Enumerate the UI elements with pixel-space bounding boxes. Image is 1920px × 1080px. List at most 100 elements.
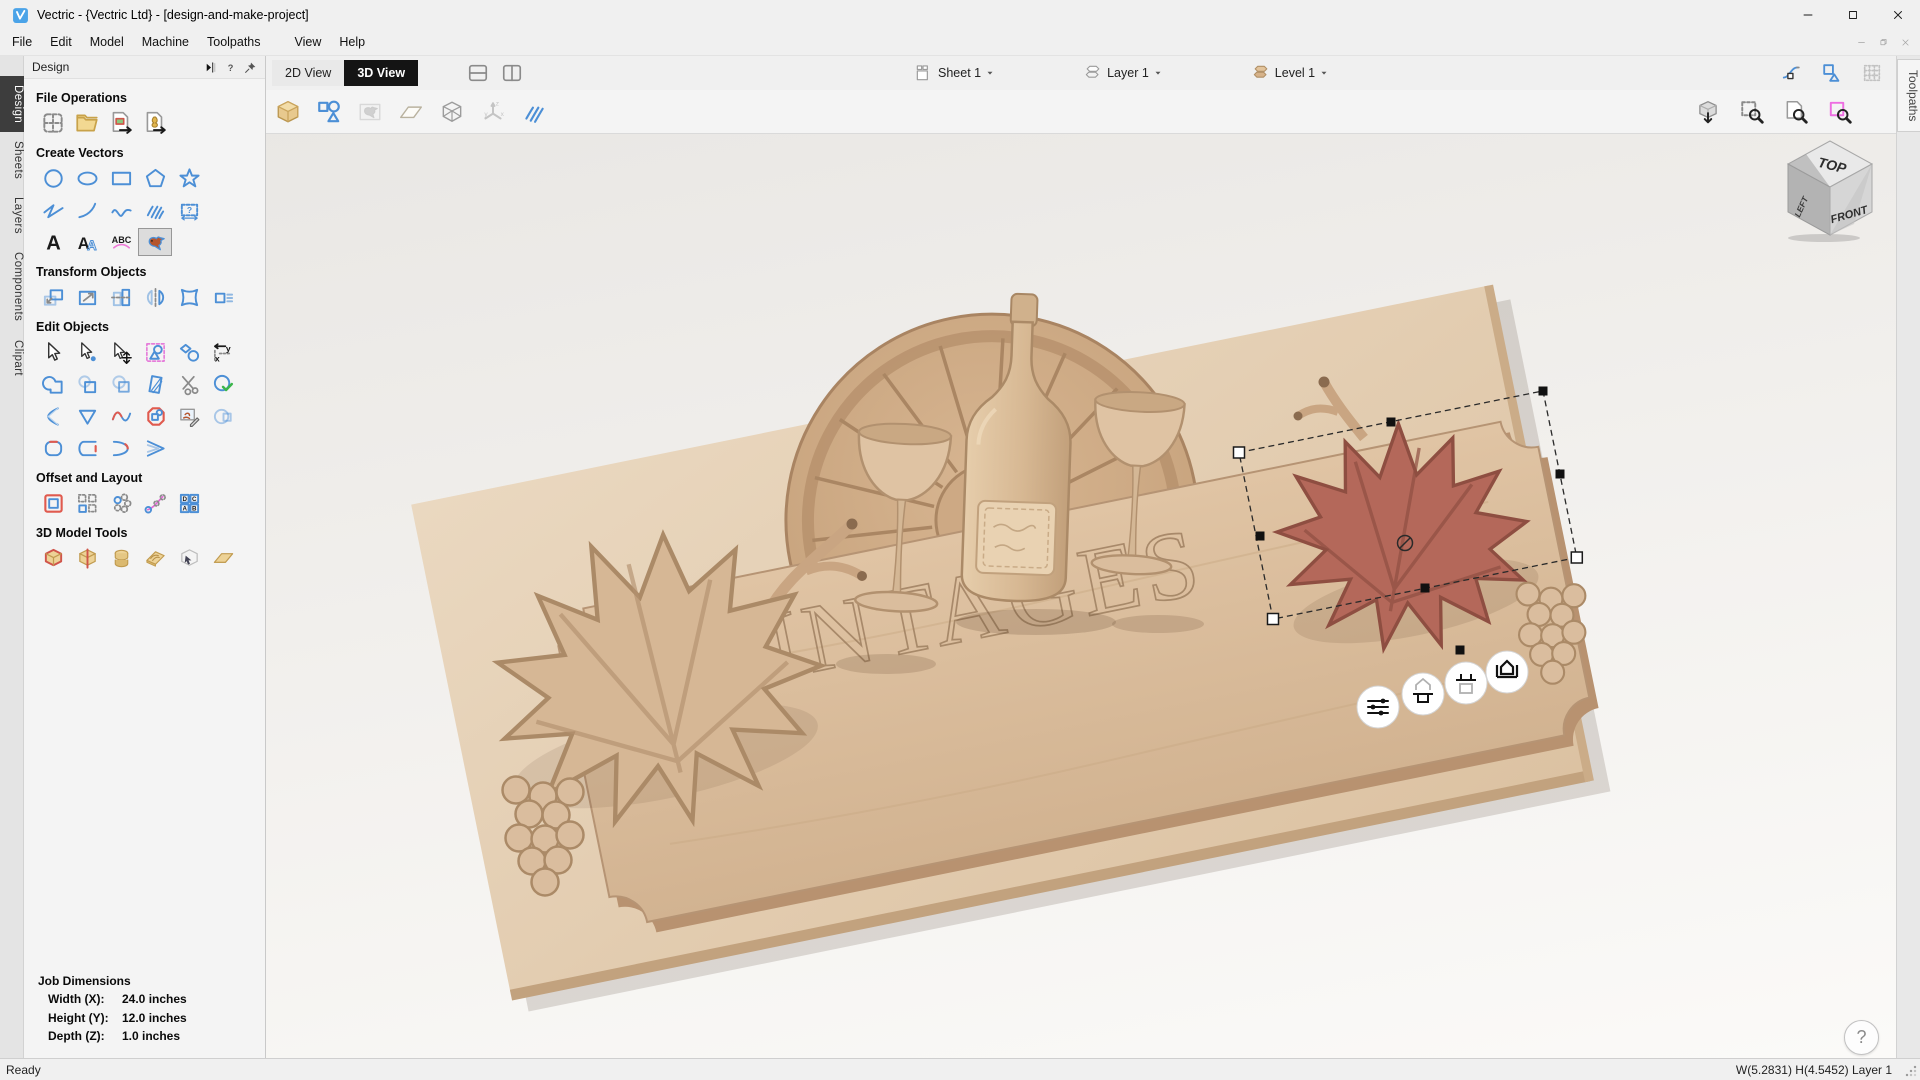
toggle-origin-button[interactable]: zyx — [479, 99, 507, 125]
group-objects-button[interactable] — [172, 338, 206, 366]
fit-triangle-button[interactable] — [70, 402, 104, 430]
draw-circle-button[interactable] — [36, 164, 70, 192]
offset-shape-button[interactable] — [138, 402, 172, 430]
draw-rectangle-button[interactable] — [104, 164, 138, 192]
mdi-restore-button[interactable] — [1872, 33, 1894, 53]
side-tab-sheets[interactable]: Sheets — [0, 132, 24, 188]
draw-polygon-button[interactable] — [138, 164, 172, 192]
fit-arc-button[interactable] — [36, 402, 70, 430]
draw-ellipse-button[interactable] — [70, 164, 104, 192]
mdi-minimize-button[interactable] — [1850, 33, 1872, 53]
toggle-vectors-button[interactable] — [315, 99, 343, 125]
offset-vectors-button[interactable] — [36, 489, 70, 517]
menu-edit[interactable]: Edit — [41, 30, 81, 55]
material-block-button[interactable] — [274, 99, 302, 125]
draw-sketch-button[interactable] — [138, 196, 172, 224]
trace-bitmap-button[interactable] — [138, 228, 172, 256]
set-size-button[interactable] — [70, 283, 104, 311]
join-vectors-button[interactable] — [138, 434, 172, 462]
position-below-button[interactable] — [1402, 673, 1444, 715]
draw-curve-button[interactable] — [104, 196, 138, 224]
help-button[interactable]: ? — [1844, 1020, 1879, 1055]
mdi-close-button[interactable] — [1894, 33, 1916, 53]
nesting-button[interactable]: DCAB — [172, 489, 206, 517]
close-button[interactable] — [1875, 0, 1920, 30]
align-objects-button[interactable] — [104, 283, 138, 311]
add-texture-button[interactable] — [138, 544, 172, 572]
menu-toolpaths[interactable]: Toolpaths — [198, 30, 270, 55]
menu-machine[interactable]: Machine — [133, 30, 198, 55]
fill-vectors-button[interactable] — [138, 370, 172, 398]
weld-vectors-button[interactable] — [36, 370, 70, 398]
zoom-drawing-button[interactable] — [1782, 99, 1810, 125]
extend-a-button[interactable] — [70, 434, 104, 462]
zoom-selected-button[interactable] — [1738, 99, 1766, 125]
snap-grid-button[interactable] — [1858, 60, 1886, 86]
fit-curve-button[interactable] — [104, 402, 138, 430]
split-horizontal-button[interactable] — [464, 60, 492, 86]
menu-view[interactable]: View — [286, 30, 331, 55]
draw-polyline-button[interactable] — [36, 196, 70, 224]
toggle-sketch-button[interactable] — [520, 99, 548, 125]
draw-star-button[interactable] — [172, 164, 206, 192]
component-properties-button[interactable] — [1357, 686, 1399, 728]
position-above-button[interactable] — [1486, 651, 1528, 693]
collapse-panel-button[interactable] — [201, 59, 219, 75]
measure-button[interactable]: xy — [206, 338, 240, 366]
node-edit-button[interactable] — [70, 338, 104, 366]
maximize-button[interactable] — [1830, 0, 1875, 30]
view-cube[interactable]: TOP LEFT FRONT — [1778, 138, 1882, 242]
open-file-button[interactable] — [70, 109, 104, 137]
circular-copy-button[interactable] — [104, 489, 138, 517]
extend-b-button[interactable] — [104, 434, 138, 462]
job-setup-button[interactable] — [36, 109, 70, 137]
vector-validator-button[interactable] — [206, 370, 240, 398]
menu-model[interactable]: Model — [81, 30, 133, 55]
zoom-box-button[interactable] — [1826, 99, 1854, 125]
tab-3d-view[interactable]: 3D View — [344, 60, 418, 86]
shading-options-button[interactable] — [1694, 99, 1722, 125]
draw-text-button[interactable]: A — [36, 228, 70, 256]
draw-arc-button[interactable] — [70, 196, 104, 224]
snap-geometry-button[interactable] — [1778, 60, 1806, 86]
snap-objects-button[interactable] — [1818, 60, 1846, 86]
tab-toolpaths[interactable]: Toolpaths — [1897, 59, 1920, 132]
transform-mode-button[interactable] — [104, 338, 138, 366]
help-button[interactable]: ? — [221, 59, 239, 75]
smooth-model-button[interactable] — [206, 544, 240, 572]
select-button[interactable] — [36, 338, 70, 366]
block-copy-button[interactable] — [206, 283, 240, 311]
pin-button[interactable] — [241, 59, 259, 75]
toggle-plane-button[interactable] — [397, 99, 425, 125]
scissor-trim-button[interactable] — [172, 370, 206, 398]
clip-model-button[interactable] — [172, 544, 206, 572]
level-1-dropdown[interactable]: Level 1 — [1251, 63, 1329, 83]
resize-grip[interactable] — [1905, 1065, 1917, 1077]
minimize-button[interactable] — [1785, 0, 1830, 30]
copy-along-curve-button[interactable] — [138, 489, 172, 517]
side-tab-design[interactable]: Design — [0, 76, 24, 132]
menu-file[interactable]: File — [3, 30, 41, 55]
layer-1-dropdown[interactable]: Layer 1 — [1083, 63, 1163, 83]
import-model-button[interactable] — [138, 109, 172, 137]
toggle-wireframe-button[interactable] — [438, 99, 466, 125]
move-objects-button[interactable] — [36, 283, 70, 311]
edit-picture-button[interactable] — [172, 402, 206, 430]
edit-picked-button[interactable] — [138, 338, 172, 366]
split-vertical-button[interactable] — [498, 60, 526, 86]
array-copy-button[interactable] — [70, 489, 104, 517]
add-component-button[interactable] — [36, 544, 70, 572]
side-tab-clipart[interactable]: Clipart — [0, 331, 24, 385]
fillet-corner-button[interactable] — [36, 434, 70, 462]
menu-help[interactable]: Help — [330, 30, 374, 55]
sheet-1-dropdown[interactable]: Sheet 1 — [914, 63, 995, 83]
stack-components-button[interactable] — [104, 544, 138, 572]
close-vector-button[interactable] — [206, 402, 240, 430]
draw-text-block-button[interactable]: AA — [70, 228, 104, 256]
slice-model-button[interactable] — [70, 544, 104, 572]
tab-2d-view[interactable]: 2D View — [272, 60, 344, 86]
import-vectors-button[interactable] — [104, 109, 138, 137]
toggle-bitmap-button[interactable] — [356, 99, 384, 125]
canvas-area[interactable]: VINTAGES — [266, 56, 1896, 1058]
viewport-3d[interactable]: VINTAGES — [266, 56, 1896, 1058]
